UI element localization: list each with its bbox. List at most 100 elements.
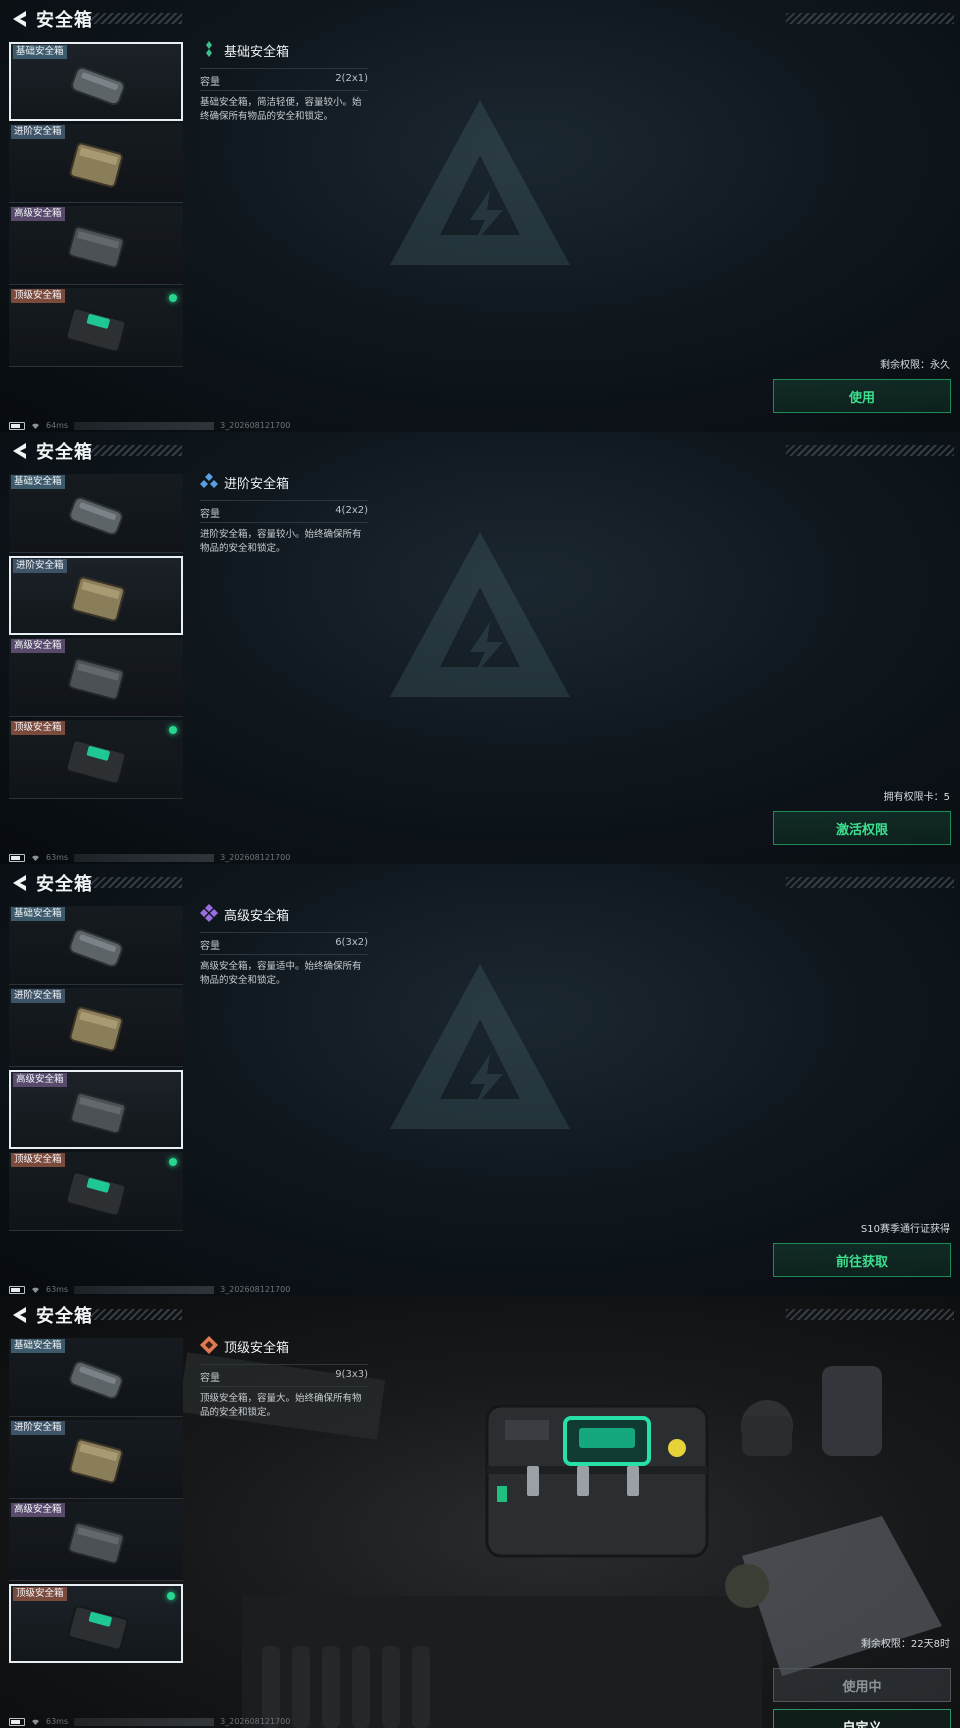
in-use-button: 使用中 bbox=[773, 1668, 951, 1702]
item-card-advanced[interactable]: 进阶安全箱 bbox=[9, 1420, 183, 1499]
go-obtain-button[interactable]: 前往获取 bbox=[773, 1243, 951, 1277]
capacity-label: 容量 bbox=[200, 77, 220, 88]
item-label: 进阶安全箱 bbox=[11, 989, 65, 1003]
item-card-advanced[interactable]: 进阶安全箱 bbox=[9, 556, 183, 635]
item-card-basic[interactable]: 基础安全箱 bbox=[9, 42, 183, 121]
build-id-bar bbox=[74, 1717, 215, 1726]
high-safe-box-icon bbox=[68, 1521, 125, 1565]
item-label: 进阶安全箱 bbox=[11, 125, 65, 139]
high-safe-box-icon bbox=[68, 657, 125, 701]
back-arrow-icon[interactable] bbox=[10, 441, 28, 461]
wifi-icon bbox=[32, 855, 39, 861]
item-description: 顶级安全箱，容量大。始终确保所有物品的安全和锁定。 bbox=[200, 1393, 362, 1418]
item-card-basic[interactable]: 基础安全箱 bbox=[9, 474, 183, 553]
capacity-value: 4(2x2) bbox=[335, 505, 368, 516]
customize-button[interactable]: 自定义 bbox=[773, 1709, 951, 1728]
page-title: 安全箱 bbox=[36, 1306, 93, 1327]
top-safe-box-icon bbox=[67, 1605, 129, 1651]
header-decoration bbox=[90, 445, 182, 456]
capacity-value: 6(3x2) bbox=[335, 937, 368, 948]
ping-text: 63ms bbox=[46, 853, 69, 862]
item-card-top[interactable]: 顶级安全箱 bbox=[9, 1152, 183, 1231]
item-label: 高级安全箱 bbox=[11, 207, 65, 221]
advanced-safe-box-icon bbox=[71, 576, 125, 622]
build-id: 3_202608121700 bbox=[220, 1285, 291, 1294]
owned-indicator bbox=[167, 1592, 175, 1600]
item-card-top[interactable]: 顶级安全箱 bbox=[9, 288, 183, 367]
permission-card-count: 拥有权限卡：5 bbox=[883, 792, 950, 803]
item-description: 基础安全箱，简洁轻便，容量较小。始终确保所有物品的安全和锁定。 bbox=[200, 97, 362, 122]
capacity-row: 容量 9(3x3) bbox=[200, 1364, 368, 1387]
item-card-top[interactable]: 顶级安全箱 bbox=[9, 720, 183, 799]
page-title: 安全箱 bbox=[36, 442, 93, 463]
safe-box-screen-high: 安全箱 基础安全箱 进阶安全箱 高级安全箱 顶级安全箱 高级安全箱 容量 6(3… bbox=[0, 864, 960, 1296]
battery-icon bbox=[9, 421, 25, 430]
capacity-label: 容量 bbox=[200, 509, 220, 520]
item-card-advanced[interactable]: 进阶安全箱 bbox=[9, 988, 183, 1067]
status-bar: 63ms 3_202608121700 bbox=[9, 852, 290, 863]
item-card-high[interactable]: 高级安全箱 bbox=[9, 1502, 183, 1581]
status-bar: 63ms 3_202608121700 bbox=[9, 1716, 290, 1727]
item-description: 高级安全箱，容量适中。始终确保所有物品的安全和锁定。 bbox=[200, 961, 362, 986]
capacity-label: 容量 bbox=[200, 941, 220, 952]
build-id: 3_202608121700 bbox=[220, 1717, 291, 1726]
build-id: 3_202608121700 bbox=[220, 853, 291, 862]
item-label: 基础安全箱 bbox=[13, 45, 67, 59]
back-arrow-icon[interactable] bbox=[10, 1305, 28, 1325]
rarity-basic-icon bbox=[206, 41, 212, 57]
item-label: 基础安全箱 bbox=[11, 475, 65, 489]
basic-safe-box-icon bbox=[71, 66, 125, 106]
item-card-basic[interactable]: 基础安全箱 bbox=[9, 1338, 183, 1417]
page-title: 安全箱 bbox=[36, 10, 93, 31]
header-decoration bbox=[786, 13, 954, 24]
rarity-top-icon bbox=[200, 1336, 218, 1354]
use-button[interactable]: 使用 bbox=[773, 379, 951, 413]
logo-watermark-icon bbox=[390, 532, 570, 697]
back-arrow-icon[interactable] bbox=[10, 873, 28, 893]
item-card-top[interactable]: 顶级安全箱 bbox=[9, 1584, 183, 1663]
permission-status: 剩余权限：22天8时 bbox=[860, 1639, 950, 1650]
item-card-advanced[interactable]: 进阶安全箱 bbox=[9, 124, 183, 203]
item-label: 顶级安全箱 bbox=[11, 289, 65, 303]
activate-permission-button[interactable]: 激活权限 bbox=[773, 811, 951, 845]
owned-indicator bbox=[169, 294, 177, 302]
item-name: 顶级安全箱 bbox=[224, 1341, 290, 1356]
item-label: 顶级安全箱 bbox=[13, 1587, 67, 1601]
item-card-high[interactable]: 高级安全箱 bbox=[9, 1070, 183, 1149]
item-label: 顶级安全箱 bbox=[11, 1153, 65, 1167]
item-name: 高级安全箱 bbox=[224, 909, 290, 924]
high-safe-box-icon bbox=[68, 225, 125, 269]
item-card-basic[interactable]: 基础安全箱 bbox=[9, 906, 183, 985]
basic-safe-box-icon bbox=[69, 496, 123, 536]
header-decoration bbox=[786, 877, 954, 888]
build-id-bar bbox=[74, 1285, 215, 1294]
rarity-advanced-icon bbox=[200, 473, 218, 488]
capacity-row: 容量 4(2x2) bbox=[200, 500, 368, 523]
item-label: 基础安全箱 bbox=[11, 1339, 65, 1353]
owned-indicator bbox=[169, 1158, 177, 1166]
item-description: 进阶安全箱，容量较小。始终确保所有物品的安全和锁定。 bbox=[200, 529, 362, 554]
capacity-row: 容量 2(2x1) bbox=[200, 68, 368, 91]
advanced-safe-box-icon bbox=[69, 142, 123, 188]
back-arrow-icon[interactable] bbox=[10, 9, 28, 29]
advanced-safe-box-icon bbox=[69, 1438, 123, 1484]
safe-box-screen-basic: 安全箱 基础安全箱 进阶安全箱 高级安全箱 顶级安全箱 基础安全箱 容量 2(2… bbox=[0, 0, 960, 432]
item-label: 高级安全箱 bbox=[11, 1503, 65, 1517]
page-title: 安全箱 bbox=[36, 874, 93, 895]
status-bar: 63ms 3_202608121700 bbox=[9, 1284, 290, 1295]
ping-text: 63ms bbox=[46, 1717, 69, 1726]
item-label: 基础安全箱 bbox=[11, 907, 65, 921]
basic-safe-box-icon bbox=[69, 1360, 123, 1400]
item-label: 顶级安全箱 bbox=[11, 721, 65, 735]
item-card-high[interactable]: 高级安全箱 bbox=[9, 638, 183, 717]
battery-icon bbox=[9, 1285, 25, 1294]
item-name: 基础安全箱 bbox=[224, 45, 290, 60]
item-label: 进阶安全箱 bbox=[13, 559, 67, 573]
advanced-safe-box-icon bbox=[69, 1006, 123, 1052]
item-card-high[interactable]: 高级安全箱 bbox=[9, 206, 183, 285]
permission-status: 剩余权限：永久 bbox=[880, 360, 950, 371]
header-decoration bbox=[90, 13, 182, 24]
wifi-icon bbox=[32, 1287, 39, 1293]
top-safe-box-icon bbox=[65, 1171, 127, 1217]
build-id-bar bbox=[74, 853, 215, 862]
